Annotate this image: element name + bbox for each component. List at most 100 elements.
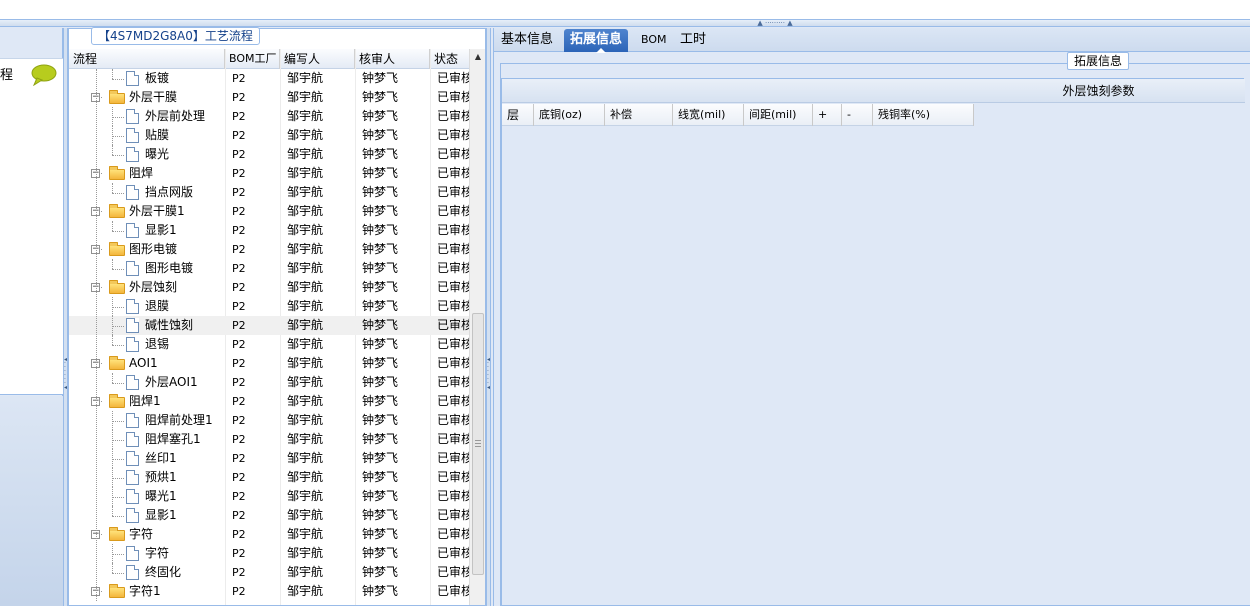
col-header-status[interactable]: 状态 [430,49,469,69]
tree-row[interactable]: − 外层干膜 P2 邹宇航 钟梦飞 已审核 [69,88,469,107]
tree-row[interactable]: 丝印1 P2 邹宇航 钟梦飞 已审核 [69,449,469,468]
tree-row[interactable]: 挡点网版 P2 邹宇航 钟梦飞 已审核 [69,183,469,202]
writer-cell: 邹宇航 [287,128,324,142]
reviewer-cell: 钟梦飞 [362,584,399,598]
tree-connector [112,193,124,194]
active-tab-caret-icon [596,48,606,53]
tree-row[interactable]: 显影1 P2 邹宇航 钟梦飞 已审核 [69,221,469,240]
tree-row[interactable]: 图形电镀 P2 邹宇航 钟梦飞 已审核 [69,259,469,278]
tree-row[interactable]: 阻焊前处理1 P2 邹宇航 钟梦飞 已审核 [69,411,469,430]
tree-connector [112,259,113,269]
col-header-flow[interactable]: 流程 [69,49,225,69]
writer-cell: 邹宇航 [287,546,324,560]
speech-bubble-icon[interactable] [31,64,57,89]
splitter-grip-icon[interactable]: ▲ ········· ▲ [742,20,808,27]
writer-cell: 邹宇航 [287,470,324,484]
col-spacing[interactable]: 间距(mil) [744,104,813,126]
col-header-bom-factory[interactable]: BOM工厂 [225,49,280,69]
horizontal-splitter[interactable]: ▲ ········· ▲ [0,20,1250,27]
document-icon [126,451,139,466]
tree-node-label: 显影1 [145,508,177,522]
scroll-thumb[interactable] [472,313,484,575]
center-splitter[interactable]: ◂ · · · · · · ◂ [486,28,491,606]
tree-row[interactable]: 终固化 P2 邹宇航 钟梦飞 已审核 [69,563,469,582]
tab-basic-info[interactable]: 基本信息 [495,29,559,52]
tree-row[interactable]: 退膜 P2 邹宇航 钟梦飞 已审核 [69,297,469,316]
outer-etch-params-grid: 外层蚀刻参数 层 底铜(oz) 补偿 线宽(mil) 间距(mil) + - 残… [501,78,1245,606]
tree-row[interactable]: 贴膜 P2 邹宇航 钟梦飞 已审核 [69,126,469,145]
tree-connector [112,497,124,498]
tree-row[interactable]: 曝光 P2 邹宇航 钟梦飞 已审核 [69,145,469,164]
col-header-writer[interactable]: 编写人 [280,49,355,69]
tree-row[interactable]: 预烘1 P2 邹宇航 钟梦飞 已审核 [69,468,469,487]
tree-row[interactable]: 碱性蚀刻 P2 邹宇航 钟梦飞 已审核 [69,316,469,335]
reviewer-cell: 钟梦飞 [362,470,399,484]
tree-connector [112,136,124,137]
bom-factory-cell: P2 [232,547,246,560]
tree-row[interactable]: − 阻焊1 P2 邹宇航 钟梦飞 已审核 [69,392,469,411]
tree-row[interactable]: 曝光1 P2 邹宇航 钟梦飞 已审核 [69,487,469,506]
col-plus[interactable]: + [813,104,842,126]
folder-icon [109,356,125,370]
reviewer-cell: 钟梦飞 [362,204,399,218]
status-cell: 已审核 [437,204,469,218]
tree-row[interactable]: − 图形电镀 P2 邹宇航 钟梦飞 已审核 [69,240,469,259]
col-minus[interactable]: - [842,104,873,126]
col-residual-copper[interactable]: 残铜率(%) [873,104,974,126]
status-cell: 已审核 [437,546,469,560]
left-nav-label[interactable]: 程 [0,64,13,83]
scroll-up-arrow-icon[interactable]: ▲ [470,49,486,65]
col-header-reviewer[interactable]: 核审人 [355,49,430,69]
tree-row[interactable]: − 阻焊 P2 邹宇航 钟梦飞 已审核 [69,164,469,183]
writer-cell: 邹宇航 [287,242,324,256]
tab-work-hours[interactable]: 工时 [674,29,712,52]
reviewer-cell: 钟梦飞 [362,451,399,465]
folder-icon [109,90,125,104]
writer-cell: 邹宇航 [287,527,324,541]
status-cell: 已审核 [437,356,469,370]
tree-node-label: 退膜 [145,299,170,313]
tree-row[interactable]: 板镀 P2 邹宇航 钟梦飞 已审核 [69,69,469,88]
reviewer-cell: 钟梦飞 [362,565,399,579]
splitter-dots-icon: ◂ · · · · · · ◂ [487,356,491,391]
col-base-copper[interactable]: 底铜(oz) [534,104,605,126]
tree-node-label: 挡点网版 [145,185,194,199]
tree-row[interactable]: 外层前处理 P2 邹宇航 钟梦飞 已审核 [69,107,469,126]
tree-connector [112,155,124,156]
tree-connector [112,478,124,479]
col-layer[interactable]: 层 [502,104,534,126]
tree-trunk-line [96,69,97,601]
left-nav-lower-area [0,396,63,606]
writer-cell: 邹宇航 [287,356,324,370]
process-flow-title: 【4S7MD2G8A0】工艺流程 [91,27,260,45]
tree-row[interactable]: − 字符 P2 邹宇航 钟梦飞 已审核 [69,525,469,544]
writer-cell: 邹宇航 [287,185,324,199]
tab-extended-info[interactable]: 拓展信息 [564,29,629,53]
bom-factory-cell: P2 [232,205,246,218]
tree-row[interactable]: − 外层干膜1 P2 邹宇航 钟梦飞 已审核 [69,202,469,221]
tree-connector [112,183,113,193]
tab-bom[interactable]: BOM [635,29,673,52]
folder-icon [109,527,125,541]
reviewer-cell: 钟梦飞 [362,242,399,256]
status-cell: 已审核 [437,147,469,161]
status-cell: 已审核 [437,584,469,598]
document-icon [126,299,139,314]
tree-row[interactable]: − 字符1 P2 邹宇航 钟梦飞 已审核 [69,582,469,601]
document-icon [126,223,139,238]
tree-row[interactable]: 阻焊塞孔1 P2 邹宇航 钟梦飞 已审核 [69,430,469,449]
tree-row[interactable]: 字符 P2 邹宇航 钟梦飞 已审核 [69,544,469,563]
tree-row[interactable]: 退锡 P2 邹宇航 钟梦飞 已审核 [69,335,469,354]
bom-factory-cell: P2 [232,585,246,598]
col-compensation[interactable]: 补偿 [605,104,673,126]
tree-row[interactable]: 外层AOI1 P2 邹宇航 钟梦飞 已审核 [69,373,469,392]
col-line-width[interactable]: 线宽(mil) [673,104,744,126]
reviewer-cell: 钟梦飞 [362,489,399,503]
tree-node-label: 阻焊前处理1 [145,413,213,427]
tree-row[interactable]: − 外层蚀刻 P2 邹宇航 钟梦飞 已审核 [69,278,469,297]
tree-scrollbar[interactable]: ▲ [469,49,485,605]
tree-row[interactable]: − AOI1 P2 邹宇航 钟梦飞 已审核 [69,354,469,373]
tree-row[interactable]: 显影1 P2 邹宇航 钟梦飞 已审核 [69,506,469,525]
detail-panel: 基本信息 拓展信息 BOM 工时 拓展信息 外层蚀刻参数 层 底铜(oz) 补偿… [493,28,1250,606]
writer-cell: 邹宇航 [287,166,324,180]
